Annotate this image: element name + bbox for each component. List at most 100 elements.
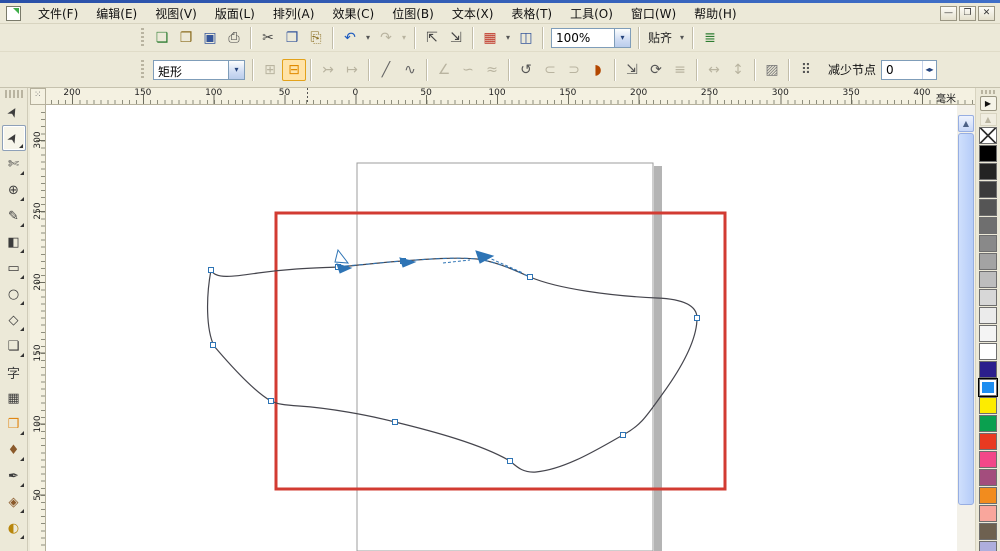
vertical-scrollbar[interactable]: ▲ bbox=[957, 105, 975, 551]
tool-interactive-fill[interactable]: ◐ bbox=[2, 515, 26, 541]
undo-button[interactable]: ↶ bbox=[338, 27, 362, 49]
vertical-ruler[interactable]: 300 250 200 150 100 50 bbox=[30, 105, 46, 551]
open-button[interactable]: ❐ bbox=[174, 27, 198, 49]
tool-zoom[interactable]: ⊕ bbox=[2, 177, 26, 203]
palette-scroll-up-button[interactable]: ▲ bbox=[979, 113, 997, 126]
convert-to-curve-button[interactable]: ∿ bbox=[398, 59, 422, 81]
paste-button[interactable]: ⎘ bbox=[304, 27, 328, 49]
palette-swatch-blue-violet[interactable] bbox=[979, 361, 997, 378]
drawing-canvas[interactable] bbox=[46, 105, 957, 551]
elastic-mode-button[interactable]: ▨ bbox=[760, 59, 784, 81]
property-bar-grip[interactable] bbox=[140, 59, 146, 80]
zoom-level-combo-dropdown[interactable]: ▾ bbox=[614, 28, 630, 47]
toolbar-grip[interactable] bbox=[140, 27, 146, 48]
options-button[interactable]: ≣ bbox=[698, 27, 722, 49]
welcome-screen-button[interactable]: ◫ bbox=[514, 27, 538, 49]
tool-interactive-blend[interactable]: ❒ bbox=[2, 411, 26, 437]
export-button[interactable]: ⇲ bbox=[444, 27, 468, 49]
menu-file[interactable]: 文件(F) bbox=[29, 3, 87, 24]
reduce-nodes-spinner-buttons[interactable]: ◂▸ bbox=[922, 60, 936, 79]
tool-outline-pen[interactable]: ✒ bbox=[2, 463, 26, 489]
application-launcher-button[interactable]: ▦ bbox=[478, 27, 502, 49]
curve-node-0[interactable] bbox=[208, 267, 214, 273]
palette-swatch-green[interactable] bbox=[979, 415, 997, 432]
curve-node-4[interactable] bbox=[694, 315, 700, 321]
copy-button[interactable]: ❐ bbox=[280, 27, 304, 49]
menu-arrange[interactable]: 排列(A) bbox=[264, 3, 324, 24]
menu-window[interactable]: 窗口(W) bbox=[622, 3, 685, 24]
palette-swatch-white[interactable] bbox=[979, 343, 997, 360]
stretch-nodes-button[interactable]: ⇲ bbox=[620, 59, 644, 81]
import-button[interactable]: ⇱ bbox=[420, 27, 444, 49]
delete-node-button[interactable]: ⊟ bbox=[282, 58, 306, 81]
rotate-skew-nodes-button[interactable]: ⟳ bbox=[644, 59, 668, 81]
menu-text[interactable]: 文本(X) bbox=[443, 3, 503, 24]
zoom-level-combo[interactable]: 100% ▾ bbox=[551, 27, 631, 48]
tool-eyedropper[interactable]: ♦ bbox=[2, 437, 26, 463]
menu-bitmaps[interactable]: 位图(B) bbox=[383, 3, 443, 24]
new-document-button[interactable]: ❏ bbox=[150, 27, 174, 49]
palette-swatch-40-black[interactable] bbox=[979, 253, 997, 270]
menu-layout[interactable]: 版面(L) bbox=[206, 3, 264, 24]
menu-effects[interactable]: 效果(C) bbox=[323, 3, 383, 24]
tool-crop[interactable]: ✄ bbox=[2, 151, 26, 177]
curve-node-8[interactable] bbox=[268, 398, 274, 404]
palette-swatch-10-black[interactable] bbox=[979, 307, 997, 324]
curve-node-6[interactable] bbox=[507, 458, 513, 464]
palette-flyout-button[interactable]: ▶ bbox=[979, 96, 997, 111]
select-all-nodes-button[interactable]: ⠿ bbox=[794, 59, 818, 81]
palette-swatch-50-black[interactable] bbox=[979, 235, 997, 252]
tool-smart-fill[interactable]: ◧ bbox=[2, 229, 26, 255]
menu-view[interactable]: 视图(V) bbox=[146, 3, 206, 24]
tool-text[interactable]: 字 bbox=[2, 359, 26, 385]
ruler-origin-button[interactable] bbox=[30, 88, 46, 105]
palette-swatch-black[interactable] bbox=[979, 145, 997, 162]
palette-swatch-60-black[interactable] bbox=[979, 217, 997, 234]
cut-button[interactable]: ✂ bbox=[256, 27, 280, 49]
minimize-button[interactable]: — bbox=[940, 5, 957, 21]
tool-shape[interactable]: ➤ bbox=[1, 125, 26, 151]
convert-to-line-button[interactable]: ╱ bbox=[374, 59, 398, 81]
palette-swatch-blue[interactable] bbox=[978, 378, 998, 397]
menu-table[interactable]: 表格(T) bbox=[502, 3, 561, 24]
tool-polygon[interactable]: ◇ bbox=[2, 307, 26, 333]
scrollbar-thumb[interactable] bbox=[958, 133, 974, 505]
palette-swatch-lavender[interactable] bbox=[979, 541, 997, 551]
menu-help[interactable]: 帮助(H) bbox=[685, 3, 745, 24]
palette-swatch-pink[interactable] bbox=[979, 505, 997, 522]
palette-swatch-purple[interactable] bbox=[979, 469, 997, 486]
tool-ellipse[interactable]: ○ bbox=[2, 281, 26, 307]
palette-swatch-70-black[interactable] bbox=[979, 199, 997, 216]
reduce-nodes-spinner[interactable]: 0 ◂▸ bbox=[881, 59, 938, 80]
close-curve-button[interactable]: ◗ bbox=[586, 59, 610, 81]
curve-node-3[interactable] bbox=[527, 274, 533, 280]
snap-to-dropdown[interactable]: ▾ bbox=[676, 27, 688, 49]
palette-swatch-90-black[interactable] bbox=[979, 163, 997, 180]
horizontal-ruler[interactable]: 毫米 200 150 100 50 0 50 100 150 200 250 300 350 400 bbox=[46, 88, 978, 105]
shape-preset-combo-dropdown[interactable]: ▾ bbox=[228, 60, 244, 79]
curve-node-5[interactable] bbox=[620, 432, 626, 438]
palette-swatch-orange[interactable] bbox=[979, 487, 997, 504]
print-button[interactable]: ⎙ bbox=[222, 27, 246, 49]
tool-freehand[interactable]: ✎ bbox=[2, 203, 26, 229]
palette-swatch-yellow[interactable] bbox=[979, 397, 997, 414]
palette-swatch-walnut[interactable] bbox=[979, 523, 997, 540]
curve-node-7[interactable] bbox=[392, 419, 398, 425]
toolbox-grip[interactable] bbox=[4, 90, 23, 98]
palette-swatch-5-black[interactable] bbox=[979, 325, 997, 342]
curve-node-9[interactable] bbox=[210, 342, 216, 348]
reverse-direction-button[interactable]: ↺ bbox=[514, 59, 538, 81]
palette-swatch-no-color[interactable] bbox=[979, 127, 997, 144]
menu-edit[interactable]: 编辑(E) bbox=[87, 3, 146, 24]
close-button[interactable]: ✕ bbox=[978, 5, 995, 21]
palette-swatch-magenta[interactable] bbox=[979, 451, 997, 468]
palette-swatch-30-black[interactable] bbox=[979, 271, 997, 288]
shape-preset-combo[interactable]: 矩形 ▾ bbox=[153, 59, 245, 80]
application-launcher-dropdown[interactable]: ▾ bbox=[502, 27, 514, 49]
tool-pick[interactable]: ➤ bbox=[2, 99, 26, 125]
tool-basic-shapes[interactable]: ❏ bbox=[2, 333, 26, 359]
restore-button[interactable]: ❐ bbox=[959, 5, 976, 21]
palette-swatch-red[interactable] bbox=[979, 433, 997, 450]
tool-rectangle[interactable]: ▭ bbox=[2, 255, 26, 281]
palette-swatch-80-black[interactable] bbox=[979, 181, 997, 198]
